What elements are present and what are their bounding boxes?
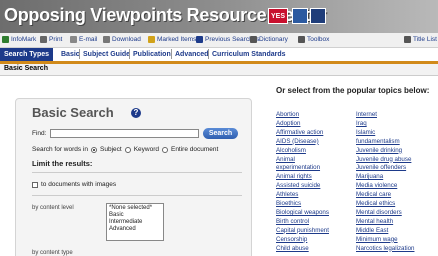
basic-search-panel: Basic Search ? Find: Search Search for w… <box>15 98 252 256</box>
topic-link[interactable]: Media violence <box>356 182 397 189</box>
toolbar: InfoMark Print E-mail Download Marked Items P… <box>0 33 438 48</box>
search-types-bar: Search Types Basic Subject Guide Publica… <box>0 48 438 64</box>
topic-link[interactable]: Internet <box>356 111 377 118</box>
entire-document-radio[interactable] <box>161 146 168 153</box>
topic-link[interactable]: Narcotics legalization <box>356 245 414 252</box>
tab-basic[interactable]: Basic <box>61 49 80 60</box>
topic-link[interactable]: Marijuana <box>356 173 383 180</box>
content-level-list[interactable]: *None selected* Basic Intermediate Advan… <box>106 203 164 241</box>
topic-link[interactable]: Juvenile offenders <box>356 164 406 171</box>
topic-link[interactable]: Bioethics <box>276 200 301 207</box>
toolbar-download-button[interactable]: Download <box>103 36 141 43</box>
toolbox-icon <box>298 36 305 43</box>
topic-link[interactable]: Capital punishment <box>276 227 329 234</box>
infomark-icon <box>2 36 9 43</box>
limit-results-heading: Limit the results: <box>32 159 93 168</box>
topic-link[interactable]: Iraq <box>356 120 367 127</box>
previous-searches-icon <box>196 36 203 43</box>
topic-link[interactable]: Birth control <box>276 218 309 225</box>
search-words-label: Search for words in <box>32 146 88 153</box>
subject-radio[interactable] <box>91 146 97 153</box>
topic-link[interactable]: experimentation <box>276 164 320 171</box>
topic-link[interactable]: Mental disorders <box>356 209 402 216</box>
print-icon <box>40 36 47 43</box>
toolbar-label: Marked Items <box>157 36 197 43</box>
subject-option-label: Subject <box>100 146 122 153</box>
topic-link[interactable]: Islamic <box>356 129 375 136</box>
toolbar-print-button[interactable]: Print <box>40 36 62 43</box>
topic-link[interactable]: Assisted suicide <box>276 182 320 189</box>
email-icon <box>70 36 77 43</box>
topic-link[interactable]: Alcoholism <box>276 147 306 154</box>
toolbar-toolbox-button[interactable]: Toolbox <box>298 36 329 43</box>
tab-advanced[interactable]: Advanced <box>175 49 208 60</box>
entire-document-option-label: Entire document <box>170 146 219 153</box>
toolbar-dictionary-button[interactable]: Dictionary <box>250 36 288 43</box>
page-title: Basic Search <box>32 105 114 120</box>
topic-link[interactable]: Middle East <box>356 227 388 234</box>
images-checkbox[interactable] <box>32 181 38 188</box>
download-icon <box>103 36 110 43</box>
title-list-icon <box>404 36 411 43</box>
topic-link[interactable]: Abortion <box>276 111 299 118</box>
list-item[interactable]: *None selected* <box>109 205 161 212</box>
content-type-label: by content type <box>32 250 73 256</box>
topic-link[interactable]: Juvenile drinking <box>356 147 402 154</box>
tab-publication[interactable]: Publication <box>133 49 171 60</box>
topic-link[interactable]: Censorship <box>276 236 307 243</box>
search-button[interactable]: Search <box>203 128 238 139</box>
topic-link[interactable]: Animal rights <box>276 173 312 180</box>
popular-topics-heading: Or select from the popular topics below: <box>276 86 430 95</box>
dictionary-icon <box>250 36 257 43</box>
divider <box>32 195 242 196</box>
find-input[interactable] <box>50 129 199 138</box>
topic-link[interactable]: Affirmative action <box>276 129 323 136</box>
topic-link[interactable]: Medical care <box>356 191 391 198</box>
header-banner: Opposing Viewpoints Resource Center YES <box>0 0 438 33</box>
keyword-radio[interactable] <box>124 146 131 153</box>
toolbar-label: Dictionary <box>259 36 288 43</box>
topic-link[interactable]: Minimum wage <box>356 236 398 243</box>
topic-link[interactable]: Adoption <box>276 120 300 127</box>
toolbar-email-button[interactable]: E-mail <box>70 36 97 43</box>
keyword-option-label: Keyword <box>133 146 159 153</box>
topic-link[interactable]: fundamentalism <box>356 138 400 145</box>
topic-link[interactable]: Child abuse <box>276 245 309 252</box>
toolbar-label: Title List <box>413 36 437 43</box>
toolbar-title-list-button[interactable]: Title List <box>404 36 437 43</box>
images-filter: to documents with images <box>32 181 116 188</box>
search-types-label: Search Types <box>0 48 54 61</box>
toolbar-label: Print <box>49 36 63 43</box>
topic-link[interactable]: Mental health <box>356 218 393 225</box>
divider <box>32 172 242 173</box>
tab-curriculum-standards[interactable]: Curriculum Standards <box>212 49 286 60</box>
list-item[interactable]: Intermediate <box>109 219 161 226</box>
find-label: Find: <box>32 130 47 137</box>
toolbar-marked-items-button[interactable]: Marked Items <box>148 36 196 43</box>
content-level-label: by content level <box>32 205 74 211</box>
toolbar-label: InfoMark <box>11 36 37 43</box>
images-checkbox-label: to documents with images <box>41 181 117 188</box>
topic-link[interactable]: Biological weapons <box>276 209 329 216</box>
toolbar-label: Toolbox <box>307 36 330 43</box>
breadcrumb: Basic Search <box>0 64 438 76</box>
list-item[interactable]: Basic <box>109 212 161 219</box>
topic-link[interactable]: Animal <box>276 156 295 163</box>
help-icon[interactable]: ? <box>131 108 141 118</box>
search-field-options: Search for words in Subject Keyword Enti… <box>32 146 218 153</box>
toolbar-label: E-mail <box>79 36 98 43</box>
tab-subject-guide[interactable]: Subject Guide <box>83 49 130 60</box>
yes-logo: YES <box>268 8 288 24</box>
toolbar-label: Download <box>112 36 141 43</box>
gale-logo-icon <box>292 8 308 24</box>
topic-link[interactable]: AIDS (Disease) <box>276 138 319 145</box>
topic-link[interactable]: Athletes <box>276 191 298 198</box>
list-item[interactable]: Advanced <box>109 226 161 233</box>
breadcrumb-label: Basic Search <box>4 65 48 72</box>
toolbar-infomark-button[interactable]: InfoMark <box>2 36 36 43</box>
library-logo-icon <box>310 8 326 24</box>
topic-link[interactable]: Medical ethics <box>356 200 395 207</box>
marked-items-icon <box>148 36 155 43</box>
topic-link[interactable]: Juvenile drug abuse <box>356 156 411 163</box>
